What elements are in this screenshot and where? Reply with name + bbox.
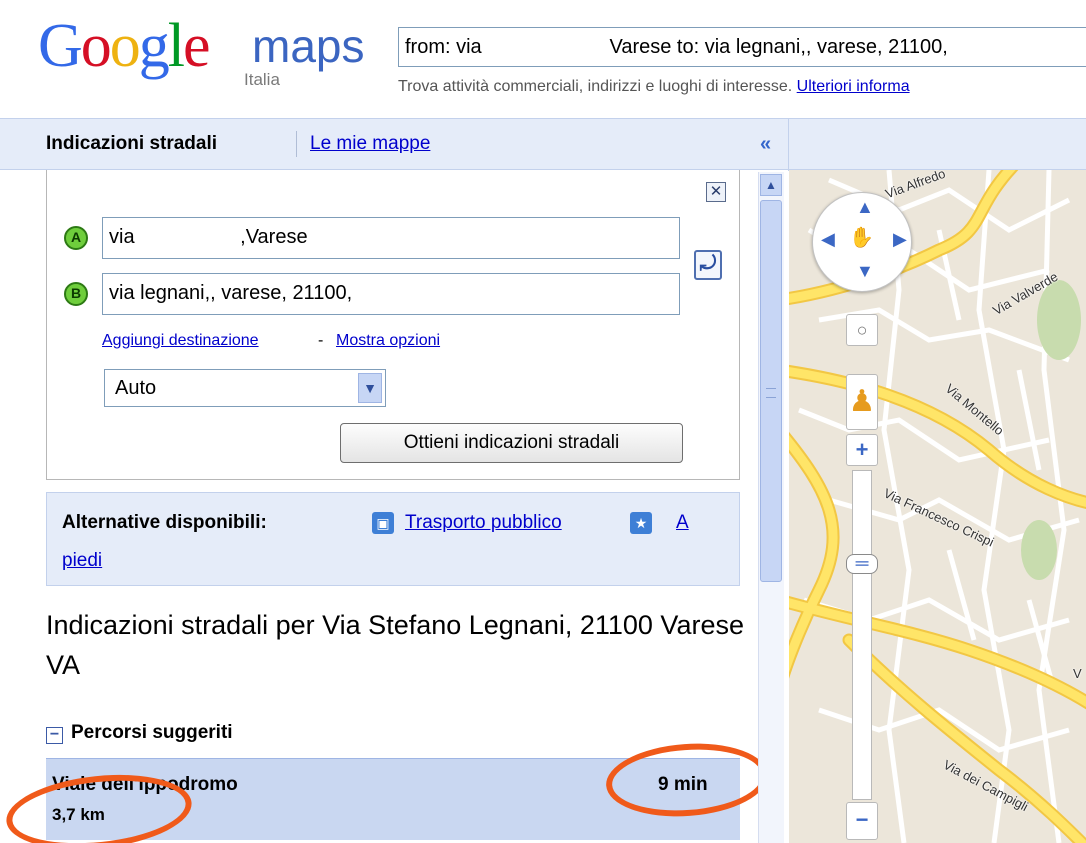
tab-directions[interactable]: Indicazioni stradali bbox=[46, 133, 217, 155]
hand-icon[interactable]: ✋ bbox=[849, 225, 874, 250]
suggested-routes-label: Percorsi suggeriti bbox=[71, 722, 233, 743]
destination-address-field[interactable]: via legnani,, varese, 21100, bbox=[102, 273, 680, 315]
collapse-toggle-icon[interactable]: − bbox=[46, 727, 63, 744]
zoom-slider-track[interactable] bbox=[852, 470, 872, 800]
directions-title: Indicazioni stradali per Via Stefano Leg… bbox=[46, 610, 744, 680]
pan-control[interactable]: ▲ ◀ ✋ ▶ ▼ bbox=[812, 192, 912, 292]
zoom-out-button[interactable]: − bbox=[846, 802, 878, 840]
start-address-field[interactable]: via ,Varese bbox=[102, 217, 680, 259]
add-destination-link[interactable]: Aggiungi destinazione bbox=[102, 332, 259, 350]
reset-view-button[interactable]: ○ bbox=[846, 314, 878, 346]
logo-letter: l bbox=[167, 12, 185, 80]
pan-up-icon[interactable]: ▲ bbox=[856, 197, 874, 218]
pegman-icon[interactable]: ♟ bbox=[846, 374, 878, 430]
swap-icon[interactable]: ⤾ bbox=[694, 250, 722, 280]
country-label: Italia bbox=[244, 70, 280, 89]
alternatives-label: Alternative disponibili: bbox=[62, 512, 267, 533]
chevron-down-icon[interactable]: ▼ bbox=[358, 373, 382, 403]
panel-divider bbox=[788, 119, 789, 171]
pan-left-icon[interactable]: ◀ bbox=[821, 229, 835, 250]
show-options-link[interactable]: Mostra opzioni bbox=[336, 332, 440, 350]
pan-down-icon[interactable]: ▼ bbox=[856, 261, 874, 282]
marker-a-icon: A bbox=[64, 226, 88, 250]
get-directions-button[interactable]: Ottieni indicazioni stradali bbox=[340, 423, 683, 463]
logo-letter: g bbox=[138, 12, 170, 80]
logo-letter: o bbox=[80, 12, 112, 80]
public-transport-link[interactable]: Trasporto pubblico bbox=[405, 512, 562, 534]
marker-b-icon: B bbox=[64, 282, 88, 306]
walking-link[interactable]: A bbox=[676, 512, 689, 534]
tab-my-maps[interactable]: Le mie mappe bbox=[310, 133, 430, 155]
scrollbar-grip bbox=[766, 388, 776, 398]
zoom-slider-thumb[interactable]: ═ bbox=[846, 554, 878, 574]
google-wordmark: Google bbox=[38, 8, 211, 84]
tab-divider bbox=[296, 131, 297, 157]
bus-icon[interactable]: ▣ bbox=[372, 512, 394, 534]
close-icon[interactable]: ✕ bbox=[706, 182, 726, 202]
pedestrian-icon[interactable]: ★ bbox=[630, 512, 652, 534]
travel-mode-select[interactable]: Auto bbox=[104, 369, 386, 407]
logo-letter: o bbox=[109, 12, 141, 80]
collapse-panel-button[interactable]: « bbox=[760, 133, 771, 156]
pan-right-icon[interactable]: ▶ bbox=[893, 229, 907, 250]
zoom-in-button[interactable]: + bbox=[846, 434, 878, 466]
scroll-up-icon[interactable]: ▲ bbox=[760, 174, 782, 196]
logo-letter: G bbox=[38, 12, 83, 80]
more-info-link[interactable]: Ulteriori informa bbox=[797, 78, 910, 95]
alternatives-box bbox=[46, 492, 740, 586]
map-street-label: V bbox=[1073, 666, 1082, 681]
tagline: Trova attività commerciali, indirizzi e … bbox=[398, 78, 910, 96]
suggested-routes-heading[interactable]: − Percorsi suggeriti bbox=[46, 722, 233, 744]
maps-wordmark: maps bbox=[252, 20, 365, 72]
google-maps-logo[interactable]: Google maps Italia bbox=[38, 8, 388, 98]
walking-link[interactable]: piedi bbox=[62, 550, 102, 572]
logo-letter: e bbox=[183, 12, 210, 80]
search-input[interactable]: from: via Varese to: via legnani,, vares… bbox=[398, 27, 1086, 67]
tab-bar: Indicazioni stradali Le mie mappe « bbox=[0, 118, 1086, 171]
tagline-text: Trova attività commerciali, indirizzi e … bbox=[398, 78, 793, 95]
link-separator: - bbox=[318, 332, 324, 349]
